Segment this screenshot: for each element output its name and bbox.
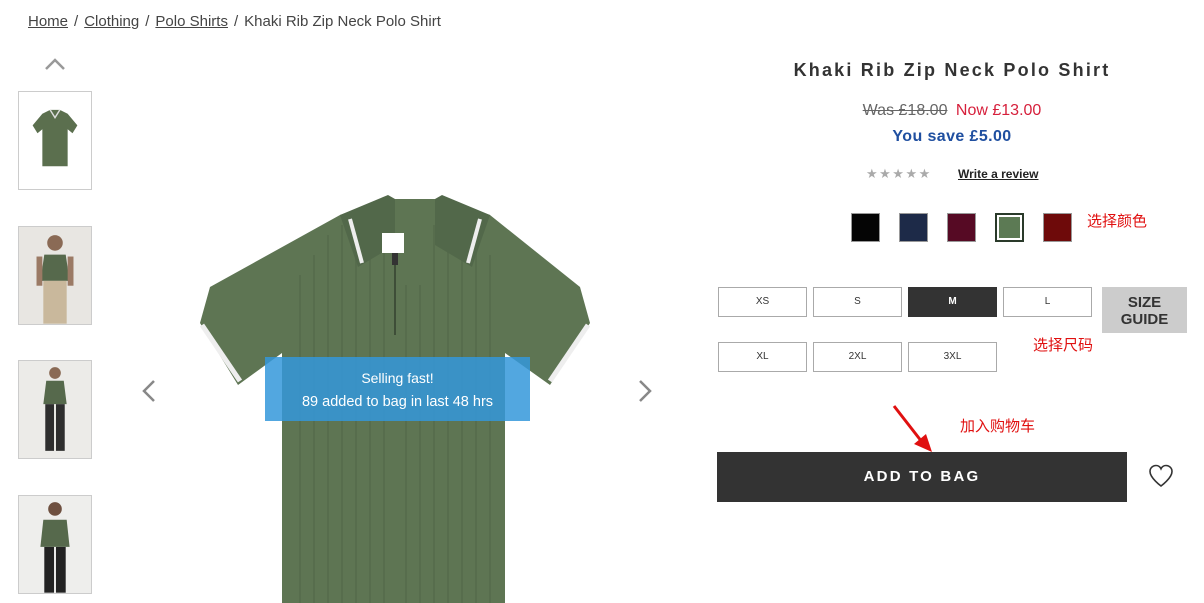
color-swatch-navy[interactable] (899, 213, 928, 242)
annotation-select-color: 选择颜色 (1087, 213, 1148, 230)
price-row: Was £18.00 Now £13.00 (770, 102, 1134, 120)
size-guide-button[interactable]: SIZE GUIDE (1102, 287, 1187, 333)
price-now: Now £13.00 (955, 102, 1042, 119)
size-m[interactable]: M (908, 287, 997, 317)
savings-text: You save £5.00 (892, 128, 1012, 145)
color-swatch-khaki[interactable] (995, 213, 1024, 242)
selling-fast-detail: 89 added to bag in last 48 hrs (301, 394, 494, 410)
write-review-link[interactable]: Write a review (958, 167, 1038, 181)
size-2xl[interactable]: 2XL (813, 342, 902, 372)
thumbnail-model-full[interactable] (18, 360, 92, 459)
breadcrumb-clothing[interactable]: Clothing (84, 13, 139, 30)
breadcrumb-home[interactable]: Home (28, 13, 68, 30)
thumbnail-polo-flat[interactable] (18, 91, 92, 190)
size-xl[interactable]: XL (718, 342, 807, 372)
selling-fast-title: Selling fast! (361, 370, 434, 386)
color-swatch-burgundy[interactable] (947, 213, 976, 242)
arrow-pointer-icon (892, 405, 932, 452)
breadcrumb-separator: / (74, 13, 79, 30)
chevron-right-icon[interactable] (635, 377, 655, 405)
thumbnail-model-front[interactable] (18, 226, 92, 325)
annotation-add-to-cart: 加入购物车 (960, 418, 1036, 435)
breadcrumb-polo-shirts[interactable]: Polo Shirts (155, 13, 228, 30)
breadcrumb-separator: / (145, 13, 150, 30)
rating-stars-icon: ★★★★★ (866, 166, 932, 181)
size-xs[interactable]: XS (718, 287, 807, 317)
price-was: Was £18.00 (862, 102, 948, 119)
breadcrumb: Home / Clothing / Polo Shirts / Khaki Rib Zip … (28, 13, 441, 30)
heart-icon[interactable] (1148, 464, 1174, 488)
selling-fast-badge: Selling fast! 89 added to bag in last 48… (265, 357, 530, 421)
breadcrumb-current: Khaki Rib Zip Neck Polo Shirt (244, 13, 441, 30)
color-swatch-red[interactable] (1043, 213, 1072, 242)
chevron-left-icon[interactable] (139, 377, 159, 405)
add-to-bag-button[interactable]: ADD TO BAG (717, 452, 1127, 502)
product-title: Khaki Rib Zip Neck Polo Shirt (793, 60, 1111, 80)
color-swatch-black[interactable] (851, 213, 880, 242)
size-3xl[interactable]: 3XL (908, 342, 997, 372)
thumbnail-model-back[interactable] (18, 495, 92, 594)
annotation-select-size: 选择尺码 (1033, 337, 1094, 354)
size-guide-line2: GUIDE (1120, 311, 1169, 328)
size-s[interactable]: S (813, 287, 902, 317)
breadcrumb-separator: / (233, 13, 239, 30)
chevron-up-icon[interactable] (43, 55, 67, 73)
size-guide-line1: SIZE (1127, 294, 1162, 311)
size-l[interactable]: L (1003, 287, 1092, 317)
